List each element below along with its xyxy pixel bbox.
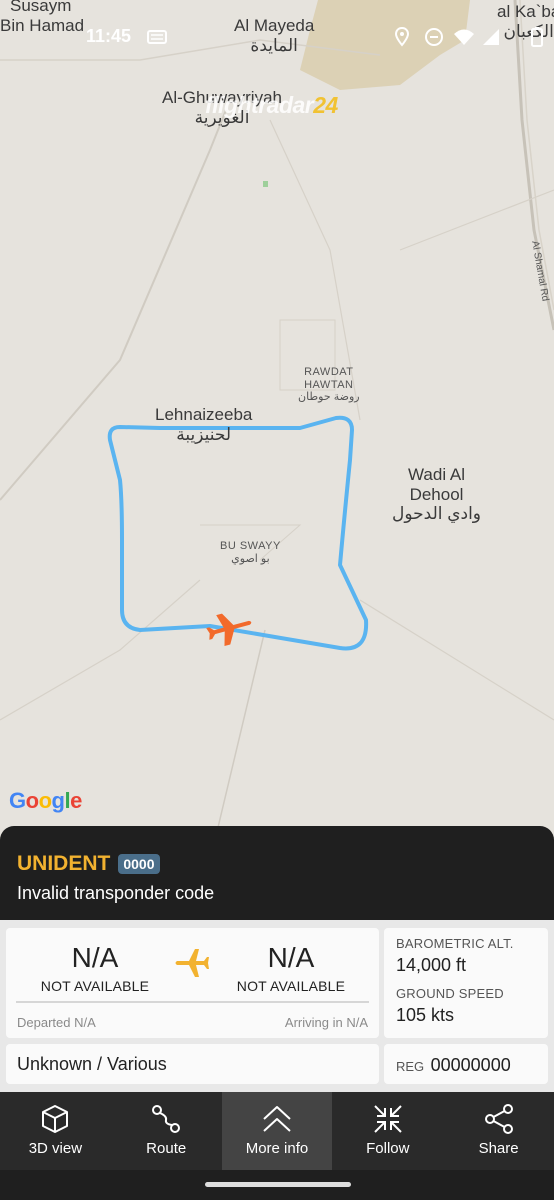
arrival-time: Arriving in N/A (284, 1015, 368, 1030)
location-icon (394, 26, 410, 47)
more-info-label: More info (245, 1140, 309, 1157)
share-button[interactable]: Share (443, 1092, 554, 1170)
departed-time: Departed N/A (17, 1015, 96, 1030)
cube-icon (42, 1105, 69, 1133)
flight-track (107, 415, 369, 651)
aircraft-type: Unknown / Various (17, 1054, 167, 1074)
share-icon (484, 1104, 513, 1134)
google-logo-letter: o (25, 788, 39, 813)
map-label-rawdat-hawtan: RAWDAT HAWTAN روضة حوطان (298, 366, 360, 404)
google-logo-letter: e (70, 788, 82, 813)
map-label-bu-swayy: BU SWAYY بو اصوي (220, 540, 281, 565)
registration-label: REG (396, 1059, 425, 1074)
flightradar24-watermark: flightradar24 (205, 92, 338, 118)
flight-subtitle: Invalid transponder code (17, 883, 215, 903)
destination-code: N/A (267, 942, 315, 973)
registration-card[interactable]: REG 00000000 (384, 1044, 548, 1084)
3d-view-label: 3D view (28, 1140, 83, 1157)
status-bar: 11:45 (0, 20, 554, 54)
squawk-badge: 0000 (118, 854, 160, 874)
google-logo-letter: G (9, 788, 26, 813)
origin-name: NOT AVAILABLE (40, 978, 150, 994)
registration-value: 00000000 (430, 1055, 511, 1075)
ground-speed-value: 105 kts (396, 1005, 455, 1025)
flight-stats-card[interactable]: BAROMETRIC ALT. 14,000 ft GROUND SPEED 1… (384, 928, 548, 1038)
follow-button[interactable]: Follow (332, 1092, 443, 1170)
share-label: Share (478, 1140, 519, 1157)
more-info-button[interactable]: More info (221, 1092, 333, 1170)
callsign-row: UNIDENT 0000 (17, 852, 160, 876)
home-indicator[interactable] (205, 1182, 351, 1187)
info-area: N/A NOT AVAILABLE N/A NOT AVAILABLE Depa… (0, 920, 554, 1092)
status-time: 11:45 (86, 26, 132, 46)
altitude-label: BAROMETRIC ALT. (396, 936, 514, 951)
notification-icon (147, 30, 167, 44)
destination-name: NOT AVAILABLE (236, 978, 346, 994)
google-logo-letter: o (38, 788, 52, 813)
destination-airport: N/A NOT AVAILABLE (206, 942, 376, 994)
map-label-lehnaizeeba: Lehnaizeeba لحنيزيبة (155, 405, 253, 444)
route-card[interactable]: N/A NOT AVAILABLE N/A NOT AVAILABLE Depa… (6, 928, 379, 1038)
follow-label: Follow (366, 1140, 410, 1157)
3d-view-button[interactable]: 3D view (0, 1092, 111, 1170)
google-logo-letter: g (51, 788, 65, 813)
flight-details-sheet[interactable]: UNIDENT 0000 Invalid transponder code N/… (0, 826, 554, 1200)
google-logo: Google (9, 788, 82, 814)
follow-icon (374, 1105, 402, 1133)
callsign: UNIDENT (17, 852, 111, 875)
route-icon (152, 1105, 181, 1133)
ground-speed-label: GROUND SPEED (396, 986, 504, 1001)
chevron-up-icon (263, 1106, 291, 1132)
battery-icon (531, 27, 543, 47)
route-button[interactable]: Route (111, 1092, 222, 1170)
aircraft-type-card[interactable]: Unknown / Various (6, 1044, 379, 1084)
route-label: Route (146, 1140, 187, 1157)
origin-code: N/A (71, 942, 119, 973)
action-bar: 3D view Route More info Follow Share (0, 1092, 554, 1170)
map-label-wadi-al-dehool: Wadi Al Dehool وادي الدحول (392, 465, 482, 524)
wifi-icon (454, 29, 474, 45)
flight-map[interactable]: Susaym Bin Hamad Al Mayeda المايدة al Ka… (0, 0, 554, 840)
dnd-icon (425, 28, 443, 46)
altitude-value: 14,000 ft (396, 955, 467, 975)
route-divider (16, 1001, 369, 1003)
origin-airport: N/A NOT AVAILABLE (10, 942, 180, 994)
signal-icon (483, 29, 499, 45)
